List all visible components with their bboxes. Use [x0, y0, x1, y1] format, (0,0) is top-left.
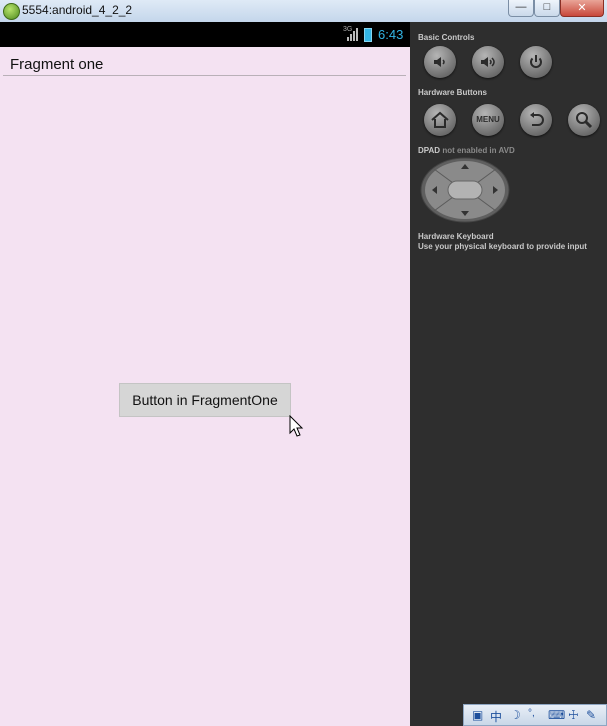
home-icon [431, 111, 449, 128]
action-bar: Fragment one [0, 47, 410, 77]
ime-language-label[interactable]: 中 [490, 708, 502, 725]
battery-icon [364, 28, 372, 42]
ime-toolbar: ▣ 中 ☽ °, ⌨ ☩ ✎ [463, 704, 607, 726]
hardware-keyboard-note: Use your physical keyboard to provide in… [418, 242, 587, 251]
close-icon: ✕ [577, 2, 587, 14]
minimize-icon: — [515, 1, 527, 13]
mouse-cursor-icon [289, 415, 304, 437]
volume-down-icon [434, 57, 445, 67]
dpad-note: not enabled in AVD [442, 146, 515, 155]
device-screen: 3G 6:43 Fragment one Button in FragmentO… [0, 22, 410, 726]
ime-menu-icon[interactable]: ☩ [568, 708, 579, 722]
volume-up-button[interactable] [472, 46, 504, 78]
dpad-label: DPAD not enabled in AVD [418, 146, 515, 155]
status-bar: 3G 6:43 [0, 22, 410, 47]
maximize-button[interactable]: □ [534, 0, 560, 17]
half-width-icon[interactable]: ☽ [510, 708, 521, 722]
volume-up-icon [481, 57, 495, 67]
ime-settings-icon[interactable]: ✎ [586, 708, 596, 722]
menu-button-label: MENU [476, 115, 500, 124]
ime-mode-icon[interactable]: ▣ [472, 708, 483, 722]
power-icon [530, 55, 542, 68]
signal-strength-icon [347, 28, 358, 41]
hardware-buttons-label: Hardware Buttons [418, 88, 487, 97]
action-bar-divider [3, 75, 406, 76]
maximize-icon: □ [543, 1, 551, 13]
power-button[interactable] [520, 46, 552, 78]
search-icon [576, 112, 593, 129]
status-clock: 6:43 [378, 27, 404, 42]
hardware-keyboard-label: Hardware Keyboard [418, 232, 494, 241]
back-icon [530, 112, 544, 126]
punctuation-icon[interactable]: °, [528, 708, 535, 719]
fragment-one-button[interactable]: Button in FragmentOne [119, 383, 291, 417]
menu-button[interactable]: MENU [472, 104, 504, 136]
dpad-control[interactable] [420, 157, 510, 223]
home-button[interactable] [424, 104, 456, 136]
dpad-title: DPAD [418, 146, 441, 155]
close-button[interactable]: ✕ [560, 0, 604, 17]
soft-keyboard-icon[interactable]: ⌨ [548, 708, 565, 722]
back-button[interactable] [520, 104, 552, 136]
minimize-button[interactable]: — [508, 0, 534, 17]
basic-controls-label: Basic Controls [418, 33, 475, 42]
search-button[interactable] [568, 104, 600, 136]
emulator-controls-panel: Basic Controls Hardware Buttons MENU DPA… [410, 22, 607, 726]
window-title: 5554:android_4_2_2 [22, 3, 133, 17]
action-bar-title: Fragment one [10, 56, 104, 73]
volume-down-button[interactable] [424, 46, 456, 78]
window-title-bar: 5554:android_4_2_2 — □ ✕ [0, 0, 607, 23]
emulator-app-icon [3, 3, 20, 20]
